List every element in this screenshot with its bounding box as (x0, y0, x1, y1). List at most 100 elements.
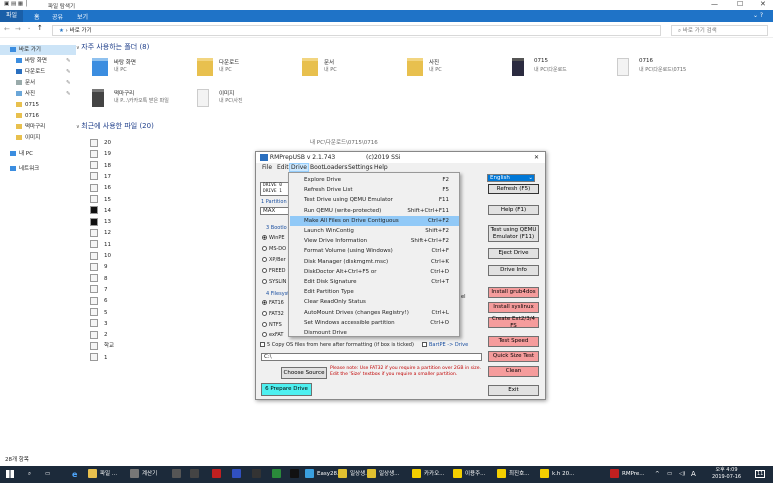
taskbar-app-button[interactable]: 일상생... (367, 467, 399, 482)
address-input[interactable]: ★ › 바로 가기 (52, 25, 661, 36)
fs-option-ntfs[interactable]: NTFS (262, 322, 282, 328)
recent-file-item[interactable]: 7 (90, 285, 108, 295)
tab-share[interactable]: 공유 (52, 12, 63, 21)
search-input[interactable]: ⌕ 바로 가기 검색 (671, 25, 768, 36)
drive-menu-item[interactable]: Refresh Drive List F5 (290, 185, 459, 195)
nav-pictures[interactable]: 사진 ✎ (16, 89, 71, 99)
close-button[interactable]: ✕ (760, 0, 766, 8)
drive-menu-item[interactable]: Dismount Drive (290, 328, 459, 338)
install-syslinux-button[interactable]: Install syslinux (488, 302, 539, 313)
nav-network[interactable]: 네트워크 (10, 164, 39, 174)
size-input[interactable]: MAX (260, 207, 290, 215)
language-select[interactable]: English ⌄ (487, 174, 535, 182)
notification-center[interactable]: 11 (755, 467, 766, 482)
forward-arrow-icon[interactable]: → (15, 25, 21, 33)
test-qemu-button[interactable]: Test using QEMU Emulator (F11) (488, 225, 539, 242)
chevron-down-icon[interactable]: ⌄ ? (753, 12, 763, 19)
drive-list-item[interactable]: DRIVE 1 (263, 189, 289, 195)
eject-drive-button[interactable]: Eject Drive (488, 248, 539, 259)
drive-menu-item[interactable]: Format Volume (using Windows) Ctrl+F (290, 246, 459, 256)
test-speed-button[interactable]: Test Speed (488, 336, 539, 347)
nav-quick-access[interactable]: 바로 가기 (0, 45, 76, 55)
drive-menu-item[interactable]: Run QEMU (write-protected) Shift+Ctrl+F11 (290, 206, 459, 216)
nav-folder-0715[interactable]: 0715 (16, 100, 39, 110)
up-arrow-icon[interactable]: ↑ (37, 24, 43, 32)
drive-menu-item[interactable]: Edit Disk Signature Ctrl+T (290, 277, 459, 287)
drive-menu-item[interactable]: View Drive Information Shift+Ctrl+F2 (290, 236, 459, 246)
prepare-drive-button[interactable]: 6 Prepare Drive (261, 383, 312, 396)
taskbar-app-button[interactable]: 이용주... (453, 467, 485, 482)
menu-drive[interactable]: Drive (289, 163, 309, 172)
tab-file[interactable]: 파일 (0, 10, 24, 22)
pinned-app-icon[interactable] (172, 467, 184, 482)
boot-option-syslinux[interactable]: SYSLIN (262, 279, 286, 285)
back-arrow-icon[interactable]: ← (4, 25, 10, 33)
boot-option-xpbart[interactable]: XP/Ber (262, 257, 286, 263)
drive-menu-item[interactable]: Launch WinContig Shift+F2 (290, 226, 459, 236)
tab-home[interactable]: 홈 (34, 12, 40, 21)
recent-file-item[interactable]: 8 (90, 274, 108, 284)
recent-file-item[interactable]: 1 (90, 353, 108, 363)
taskbar-app-button[interactable]: 일상생... (338, 467, 370, 482)
recent-file-item[interactable]: 2 (90, 330, 108, 340)
drive-menu-item[interactable]: AutoMount Drives (changes Registry!) Ctrl… (290, 308, 459, 318)
recent-file-item[interactable]: 6 (90, 296, 108, 306)
clock[interactable]: 오후 4:09 2019-07-16 (712, 467, 741, 482)
pinned-app-icon[interactable] (252, 467, 264, 482)
nav-downloads[interactable]: 다운로드 ✎ (16, 67, 71, 77)
recent-file-item[interactable]: 10 (90, 251, 111, 261)
drive-menu-item[interactable]: Make All Files on Drive Contiguous Ctrl+F… (290, 215, 459, 226)
drive-menu-item[interactable]: Test Drive using QEMU Emulator F11 (290, 195, 459, 205)
source-path-input[interactable]: C:\ (261, 353, 482, 361)
recent-files-header[interactable]: ∨ 최근에 사용한 파일 (20) (76, 121, 154, 131)
install-grub4dos-button[interactable]: Install grub4dos (488, 287, 539, 298)
tray-chevron-icon[interactable]: ^ (655, 467, 660, 482)
recent-file-item[interactable]: 18 (90, 161, 111, 171)
recent-file-item[interactable]: 16 (90, 183, 111, 193)
nav-folder-images[interactable]: 이미지 (16, 133, 40, 143)
recent-file-item[interactable]: 5 (90, 308, 108, 318)
recent-file-item[interactable]: 19 (90, 149, 111, 159)
network-icon[interactable]: ▭ (667, 467, 672, 482)
choose-source-button[interactable]: Choose Source (281, 367, 327, 379)
search-icon[interactable]: ⌕ (28, 467, 31, 482)
drive-menu-item[interactable]: Explore Drive F2 (290, 175, 459, 185)
drive-info-button[interactable]: Drive Info (488, 265, 539, 276)
recent-file-item[interactable]: 15 (90, 195, 111, 205)
frequent-folders-header[interactable]: ∨ 자주 사용하는 폴더 (8) (76, 42, 149, 52)
bartpe-checkbox[interactable]: BartPE -> Drive (422, 342, 468, 348)
recent-file-item[interactable]: 17 (90, 172, 111, 182)
recent-file-item[interactable]: 11 (90, 240, 111, 250)
taskbar-app-button[interactable]: 최진호... (497, 467, 529, 482)
create-ext-fs-button[interactable]: Create Ext2/3/4 FS (488, 316, 539, 329)
minimize-button[interactable]: — (711, 0, 718, 8)
recent-file-item[interactable]: 학교 (90, 341, 114, 351)
boot-option-winpe[interactable]: WinPE (262, 235, 285, 241)
recent-file-item[interactable]: 13 (90, 217, 111, 227)
taskbar-app-button[interactable]: k.h 20... (540, 467, 574, 482)
maximize-button[interactable]: ☐ (737, 0, 743, 8)
clean-button[interactable]: Clean (488, 366, 539, 377)
drive-listbox[interactable]: DRIVE 0 DRIVE 1 (260, 182, 290, 196)
recent-file-item[interactable]: 3 (90, 319, 108, 329)
help-button[interactable]: Help (F1) (488, 205, 539, 215)
start-button[interactable] (6, 467, 14, 482)
pinned-app-icon[interactable] (232, 467, 244, 482)
menu-settings[interactable]: Settings (348, 164, 373, 171)
menu-bootloaders[interactable]: BootLoaders (310, 164, 348, 171)
edge-icon[interactable]: e (72, 467, 77, 482)
task-view-icon[interactable]: ▭ (45, 467, 50, 482)
chevron-down-icon[interactable]: ⌄ (27, 25, 31, 31)
exit-button[interactable]: Exit (488, 385, 539, 396)
menu-edit[interactable]: Edit (277, 164, 289, 171)
menu-help[interactable]: Help (374, 164, 388, 171)
drive-menu-item[interactable]: Clear ReadOnly Status (290, 297, 459, 307)
menu-file[interactable]: File (262, 164, 272, 171)
nav-desktop[interactable]: 바탕 화면 ✎ (16, 56, 71, 66)
fs-option-fat32[interactable]: FAT32 (262, 311, 284, 317)
refresh-button[interactable]: Refresh (F5) (488, 184, 539, 194)
boot-option-freedos[interactable]: FREED (262, 268, 286, 274)
pinned-app-icon[interactable] (272, 467, 284, 482)
close-button[interactable]: ✕ (534, 152, 539, 163)
volume-icon[interactable]: ◁) (679, 467, 685, 482)
